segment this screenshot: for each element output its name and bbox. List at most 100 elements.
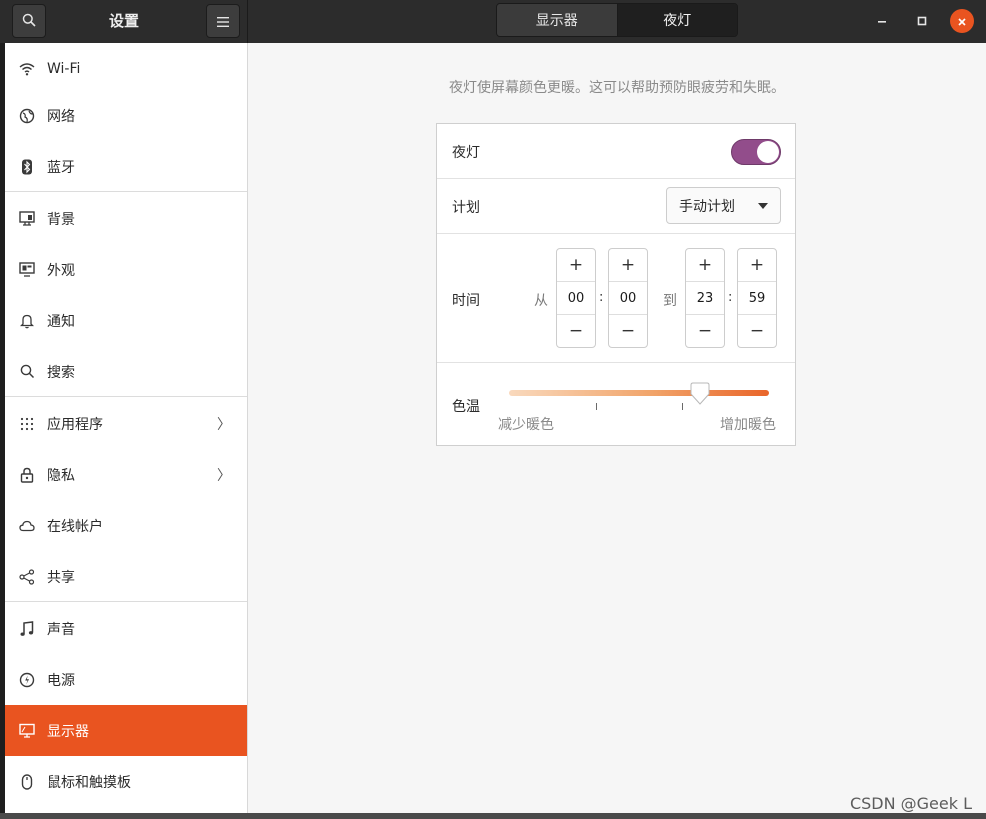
switch-knob	[757, 141, 779, 163]
hamburger-menu-icon	[217, 12, 229, 31]
schedule-value: 手动计划	[679, 198, 735, 215]
appearance-icon	[18, 261, 36, 279]
sidebar: Wi-Fi 网络 蓝牙 背景 外观 通知 搜索 应用程序 〉 隐私 〉 在线帐户…	[5, 43, 248, 813]
chevron-right-icon: 〉	[217, 416, 231, 433]
minimize-button[interactable]	[870, 8, 894, 32]
sidebar-item-label: 外观	[47, 262, 75, 279]
minimize-icon	[877, 11, 887, 30]
sidebar-item-label: 在线帐户	[47, 518, 103, 535]
header-left: 设置	[0, 0, 248, 43]
slider-tick-mark	[682, 403, 683, 410]
color-temperature-slider[interactable]	[509, 390, 769, 396]
lock-icon	[18, 466, 36, 484]
sidebar-item-search[interactable]: 搜索	[5, 346, 247, 397]
sidebar-separator	[5, 191, 247, 192]
close-button[interactable]	[950, 9, 974, 33]
sidebar-item-notifications[interactable]: 通知	[5, 295, 247, 346]
maximize-button[interactable]	[910, 8, 934, 32]
monitor-background-icon	[18, 210, 36, 228]
from-hour-value[interactable]: 00	[557, 282, 595, 314]
from-hour-spinner: + 00 −	[556, 248, 596, 348]
from-label: 从	[534, 293, 548, 309]
sidebar-item-label: 显示器	[47, 723, 89, 740]
sidebar-item-wifi[interactable]: Wi-Fi	[5, 43, 247, 94]
slider-tick-mark	[596, 403, 597, 410]
sidebar-item-mouse-touchpad[interactable]: 鼠标和触摸板	[5, 756, 247, 807]
dropdown-arrow-icon	[758, 203, 768, 209]
from-minute-value[interactable]: 00	[609, 282, 647, 314]
night-light-switch[interactable]	[731, 139, 781, 165]
increment-button[interactable]: +	[738, 249, 776, 282]
schedule-dropdown[interactable]: 手动计划	[666, 187, 781, 224]
sidebar-item-label: 通知	[47, 313, 75, 330]
sidebar-item-network[interactable]: 网络	[5, 90, 247, 141]
night-light-settings-frame: 夜灯 计划 手动计划 时间 从 + 00 −: + 00 − 到 + 23 −…	[436, 123, 796, 446]
time-label: 时间	[452, 293, 480, 309]
grid-icon	[18, 415, 36, 433]
sidebar-item-label: 共享	[47, 569, 75, 586]
sidebar-item-appearance[interactable]: 外观	[5, 244, 247, 295]
tab-display[interactable]: 显示器	[497, 4, 617, 36]
sidebar-item-background[interactable]: 背景	[5, 193, 247, 244]
decrement-button[interactable]: −	[738, 314, 776, 347]
settings-window: 设置 显示器 夜灯 Wi-Fi 网络 蓝牙 背景 外观 通知 搜索 应用程序 〉…	[0, 0, 986, 819]
night-light-page: 夜灯使屏幕颜色更暖。这可以帮助预防眼疲劳和失眠。 夜灯 计划 手动计划 时间 从	[248, 43, 986, 813]
to-minute-spinner: + 59 −	[737, 248, 777, 348]
from-minute-spinner: + 00 −	[608, 248, 648, 348]
display-icon	[18, 722, 36, 740]
music-note-icon	[18, 620, 36, 638]
decrement-button[interactable]: −	[609, 314, 647, 347]
bluetooth-icon	[18, 158, 36, 176]
view-switcher: 显示器 夜灯	[496, 3, 738, 37]
bell-icon	[18, 312, 36, 330]
schedule-label: 计划	[452, 200, 480, 216]
wifi-icon	[18, 60, 36, 78]
close-icon	[957, 12, 967, 31]
sidebar-item-label: 声音	[47, 621, 75, 638]
increment-button[interactable]: +	[609, 249, 647, 282]
sidebar-item-bluetooth[interactable]: 蓝牙	[5, 141, 247, 192]
sidebar-item-sound[interactable]: 声音	[5, 603, 247, 654]
tab-night-light[interactable]: 夜灯	[616, 4, 737, 36]
sidebar-item-sharing[interactable]: 共享	[5, 551, 247, 602]
to-hour-spinner: + 23 −	[685, 248, 725, 348]
desktop-background-strip	[0, 813, 986, 819]
increment-button[interactable]: +	[557, 249, 595, 282]
schedule-row: 计划 手动计划	[437, 179, 795, 234]
sidebar-item-applications[interactable]: 应用程序 〉	[5, 398, 247, 449]
menu-button[interactable]	[206, 4, 240, 38]
slider-handle[interactable]	[689, 382, 711, 406]
increment-button[interactable]: +	[686, 249, 724, 282]
mouse-icon	[18, 773, 36, 791]
night-light-row: 夜灯	[437, 124, 795, 179]
sidebar-item-privacy[interactable]: 隐私 〉	[5, 449, 247, 500]
share-icon	[18, 568, 36, 586]
decrement-button[interactable]: −	[557, 314, 595, 347]
sidebar-item-label: 应用程序	[47, 416, 103, 433]
watermark: CSDN @Geek L	[849, 794, 972, 813]
sidebar-item-label: 搜索	[47, 364, 75, 381]
sidebar-item-label: 背景	[47, 211, 75, 228]
time-separator: :	[599, 290, 604, 305]
night-light-description: 夜灯使屏幕颜色更暖。这可以帮助预防眼疲劳和失眠。	[449, 80, 785, 96]
to-minute-value[interactable]: 59	[738, 282, 776, 314]
search-icon	[18, 363, 36, 381]
night-light-label: 夜灯	[452, 145, 480, 161]
sidebar-item-label: 电源	[47, 672, 75, 689]
color-temperature-label: 色温	[452, 399, 480, 415]
slider-max-label: 增加暖色	[720, 417, 776, 433]
sidebar-item-power[interactable]: 电源	[5, 654, 247, 705]
power-icon	[18, 671, 36, 689]
cloud-icon	[18, 517, 36, 535]
sidebar-item-online-accounts[interactable]: 在线帐户	[5, 500, 247, 551]
time-row: 时间 从 + 00 − : + 00 − 到 + 23 −: + 59 −	[437, 234, 795, 363]
time-separator: :	[728, 290, 733, 305]
to-hour-value[interactable]: 23	[686, 282, 724, 314]
maximize-icon	[917, 11, 927, 30]
sidebar-item-displays[interactable]: 显示器	[5, 705, 247, 756]
to-label: 到	[663, 293, 677, 309]
sidebar-item-label: 鼠标和触摸板	[47, 774, 131, 791]
chevron-right-icon: 〉	[217, 467, 231, 484]
header-bar: 设置 显示器 夜灯	[0, 0, 986, 43]
decrement-button[interactable]: −	[686, 314, 724, 347]
